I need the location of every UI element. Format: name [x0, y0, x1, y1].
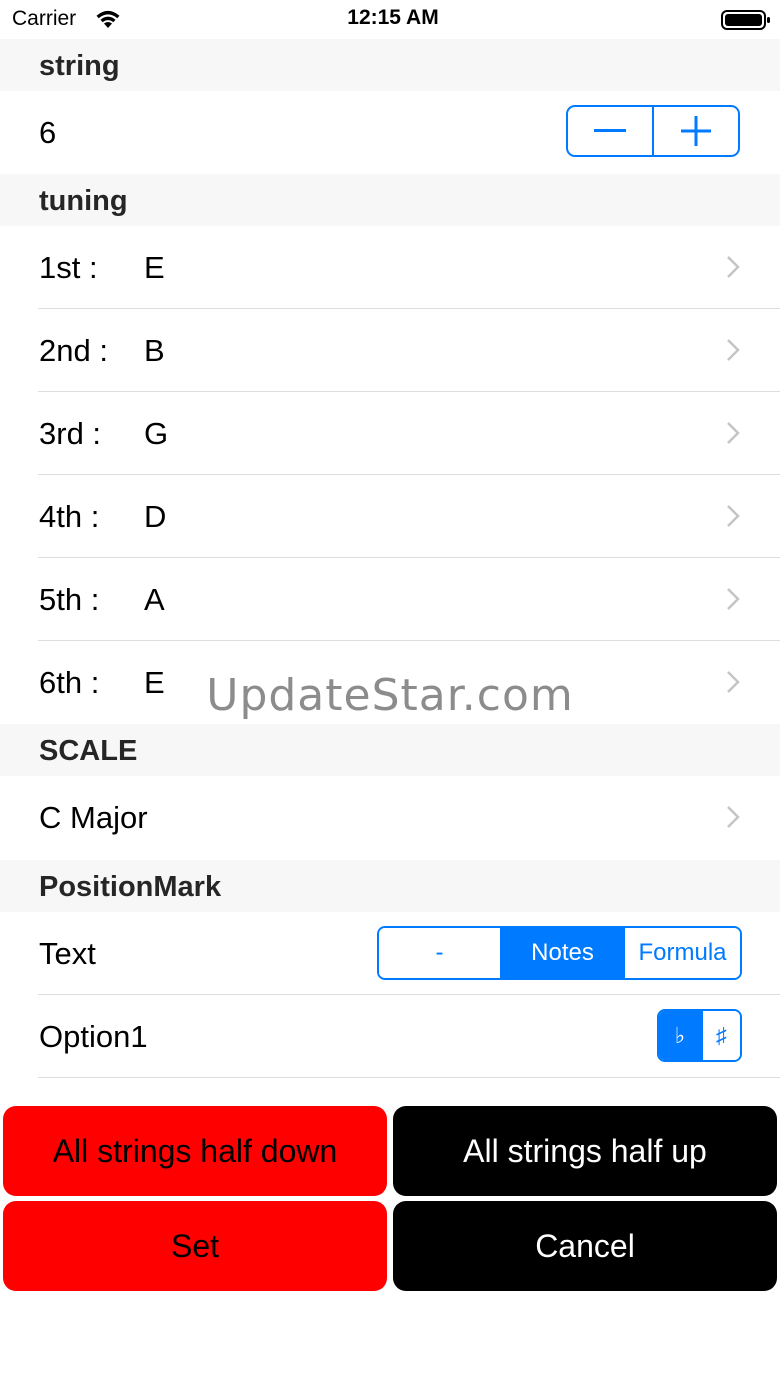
tuning-row-6th[interactable]: 6th : E	[0, 641, 780, 724]
string-label: 5th :	[39, 582, 100, 617]
string-label: 2nd :	[39, 333, 108, 368]
string-count-stepper[interactable]	[566, 105, 740, 157]
section-title: string	[39, 50, 120, 82]
section-title: SCALE	[39, 735, 138, 767]
option1-label: Option1	[39, 1019, 148, 1054]
scale-row[interactable]: C Major	[0, 776, 780, 859]
decrement-button[interactable]	[568, 107, 652, 155]
segment-formula[interactable]: Formula	[623, 928, 740, 978]
chevron-right-icon	[727, 806, 740, 828]
string-note: B	[144, 333, 165, 368]
plus-icon	[681, 116, 711, 146]
battery-full-icon	[721, 10, 770, 30]
settings-screen: Carrier 12:15 AM string 6 tuning 1st: E…	[0, 0, 780, 1387]
string-note: D	[144, 499, 167, 534]
set-button[interactable]: Set	[3, 1201, 387, 1291]
increment-button[interactable]	[652, 107, 738, 155]
tuning-row-2nd[interactable]: 2nd : B	[0, 309, 780, 392]
chevron-right-icon	[727, 339, 740, 361]
segment-none[interactable]: -	[379, 928, 500, 978]
section-header-positionmark: PositionMark	[0, 860, 780, 912]
text-mode-label: Text	[39, 936, 96, 971]
string-label: 3rd :	[39, 416, 102, 451]
status-bar: Carrier 12:15 AM	[0, 0, 780, 40]
option1-row: Option1 ♭ ♯	[0, 995, 780, 1078]
section-header-scale: SCALE	[0, 724, 780, 776]
chevron-right-icon	[727, 671, 740, 693]
row-separator	[38, 1077, 780, 1078]
text-mode-row: Text - Notes Formula	[0, 912, 780, 995]
scale-value: C Major	[39, 800, 148, 835]
string-count-value: 6	[39, 115, 57, 150]
clock: 12:15 AM	[347, 6, 439, 29]
text-mode-segmented-control[interactable]: - Notes Formula	[377, 926, 742, 980]
string-note: G	[144, 416, 169, 451]
section-header-string: string	[0, 39, 780, 91]
tuning-row-1st[interactable]: 1st : E	[0, 226, 780, 309]
segment-flat[interactable]: ♭	[659, 1011, 701, 1060]
segment-notes[interactable]: Notes	[500, 928, 623, 978]
string-label: 6th :	[39, 665, 100, 700]
half-down-button[interactable]: All strings half down	[3, 1106, 387, 1196]
string-note: E	[144, 250, 165, 285]
half-up-button[interactable]: All strings half up	[393, 1106, 777, 1196]
chevron-right-icon	[727, 505, 740, 527]
chevron-right-icon	[727, 588, 740, 610]
cancel-button[interactable]: Cancel	[393, 1201, 777, 1291]
string-note: A	[144, 582, 165, 617]
string-note: E	[144, 665, 165, 700]
tuning-row-5th[interactable]: 5th : A	[0, 558, 780, 641]
string-label: 1st :	[39, 250, 98, 285]
minus-icon	[594, 129, 626, 132]
section-title: tuning	[39, 185, 128, 217]
string-label: 4th :	[39, 499, 100, 534]
string-count-row: 6	[0, 91, 780, 174]
chevron-right-icon	[727, 256, 740, 278]
tuning-row-3rd[interactable]: 3rd : G	[0, 392, 780, 475]
section-header-tuning: tuning	[0, 174, 780, 226]
chevron-right-icon	[727, 422, 740, 444]
segment-sharp[interactable]: ♯	[701, 1011, 740, 1060]
section-title: PositionMark	[39, 871, 222, 903]
accidental-segmented-control[interactable]: ♭ ♯	[657, 1009, 742, 1062]
tuning-row-4th[interactable]: 4th : D	[0, 475, 780, 558]
